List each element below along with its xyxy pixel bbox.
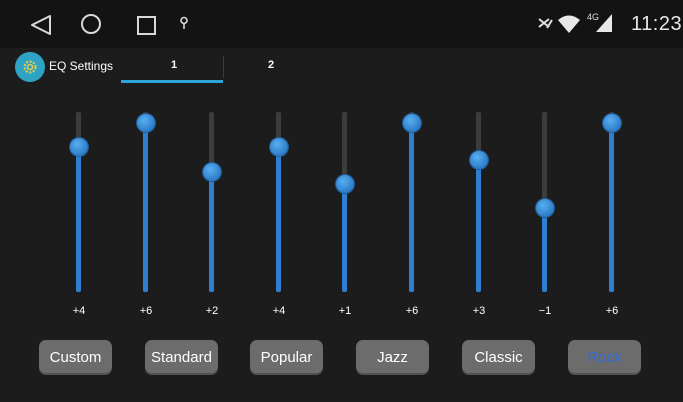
eq-slider-band-4[interactable] — [264, 112, 294, 292]
slider-fill — [209, 171, 214, 292]
band-value-6: +6 — [405, 305, 419, 317]
slider-fill — [542, 208, 547, 292]
slider-thumb[interactable] — [70, 138, 88, 157]
eq-slider-band-3[interactable] — [197, 112, 227, 292]
band-value-7: +3 — [472, 305, 486, 317]
page-title: EQ Settings — [49, 59, 114, 73]
band-value-5: +1 — [338, 305, 352, 317]
slider-fill — [76, 147, 81, 292]
slider-fill — [143, 123, 148, 292]
eq-screen: 4G 11:23 EQ Settings 1 2 +4 +6 +2 +4 +1 … — [0, 0, 683, 402]
slider-fill — [409, 123, 414, 292]
band-value-8: −1 — [538, 305, 552, 317]
eq-slider-band-2[interactable] — [131, 112, 161, 292]
eq-slider-band-1[interactable] — [64, 112, 94, 292]
eq-slider-band-5[interactable] — [330, 112, 360, 292]
slider-thumb[interactable] — [203, 162, 221, 181]
tab-selected-indicator — [121, 80, 223, 83]
no-signal-icon — [538, 18, 553, 29]
preset-classic-button[interactable]: Classic — [462, 340, 535, 375]
slider-thumb[interactable] — [336, 174, 354, 193]
tab-2[interactable]: 2 — [221, 59, 321, 71]
settings-gear-icon — [15, 52, 45, 82]
slider-fill — [476, 159, 481, 292]
wifi-icon — [558, 15, 580, 33]
eq-slider-band-7[interactable] — [464, 112, 494, 292]
tab-1[interactable]: 1 — [124, 59, 224, 71]
slider-thumb[interactable] — [470, 150, 488, 169]
eq-slider-band-8[interactable] — [530, 112, 560, 292]
preset-custom-button[interactable]: Custom — [39, 340, 112, 375]
home-icon[interactable] — [81, 14, 101, 34]
preset-standard-button[interactable]: Standard — [145, 340, 218, 375]
slider-thumb[interactable] — [536, 199, 554, 218]
preset-jazz-button[interactable]: Jazz — [356, 340, 429, 375]
recent-apps-icon[interactable] — [137, 16, 156, 35]
slider-thumb[interactable] — [270, 138, 288, 157]
band-value-4: +4 — [272, 305, 286, 317]
network-type-label: 4G — [587, 12, 600, 22]
band-value-3: +2 — [205, 305, 219, 317]
slider-thumb[interactable] — [403, 114, 421, 132]
slider-thumb[interactable] — [137, 114, 155, 132]
eq-slider-band-6[interactable] — [397, 112, 427, 292]
back-icon[interactable] — [29, 14, 53, 36]
preset-popular-button[interactable]: Popular — [250, 340, 323, 375]
band-value-2: +6 — [139, 305, 153, 317]
location-icon — [180, 16, 188, 29]
band-value-1: +4 — [72, 305, 86, 317]
slider-thumb[interactable] — [603, 114, 621, 132]
slider-fill — [609, 123, 614, 292]
preset-rock-button[interactable]: Rock — [568, 340, 641, 375]
slider-fill — [276, 147, 281, 292]
slider-fill — [342, 183, 347, 292]
status-clock: 11:23 — [631, 13, 683, 35]
band-value-9: +6 — [605, 305, 619, 317]
eq-slider-band-9[interactable] — [597, 112, 627, 292]
